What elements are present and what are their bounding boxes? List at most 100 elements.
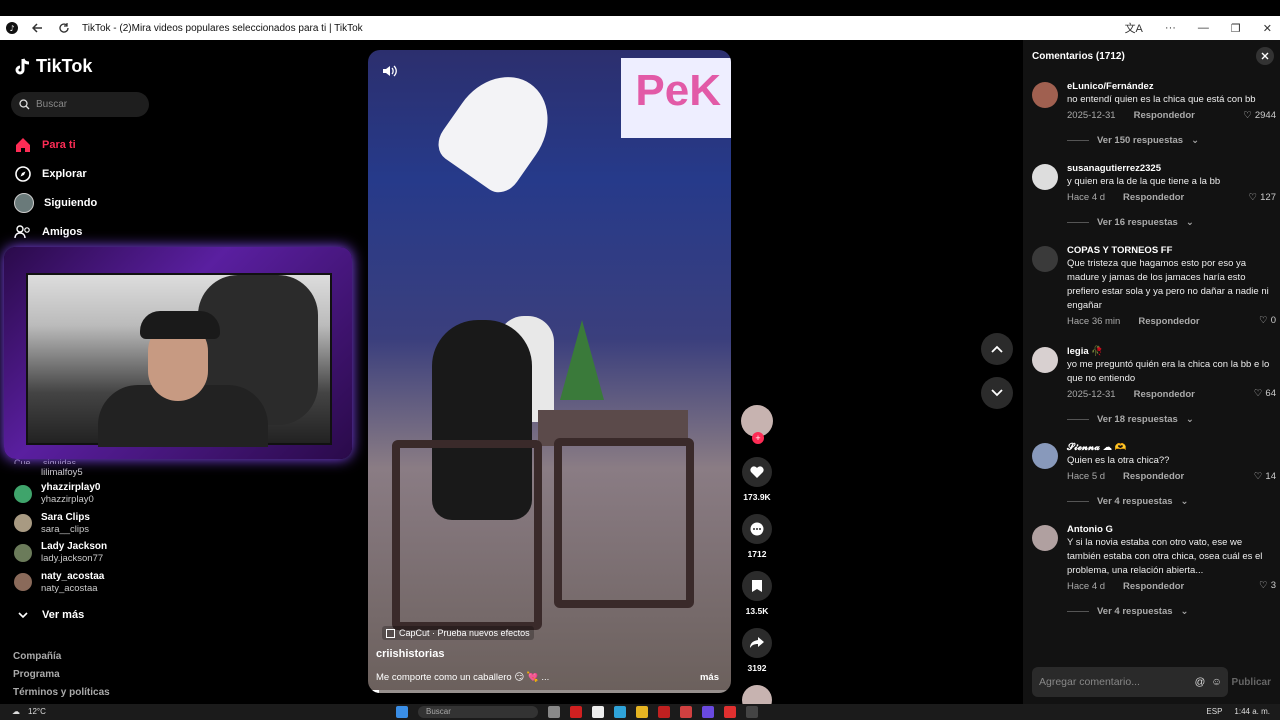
restore-icon[interactable]: ❐	[1231, 22, 1241, 35]
comment-like-count: 0	[1270, 315, 1276, 326]
video-progress-bar[interactable]	[368, 690, 731, 693]
next-video-button[interactable]	[981, 377, 1013, 409]
view-replies-label: Ver 150 respuestas	[1097, 135, 1184, 146]
chair-left	[392, 440, 542, 630]
reply-button[interactable]: Respondedor	[1123, 192, 1184, 203]
comment-like[interactable]: ♡ 0	[1259, 315, 1276, 326]
taskbar-app-icon[interactable]	[614, 706, 626, 718]
view-replies-button[interactable]: Ver 18 respuestas ⌄	[1067, 414, 1274, 425]
following-account[interactable]: Sara Clips sara__clips	[14, 509, 107, 539]
volume-icon[interactable]	[382, 64, 398, 83]
comment-text: no entendí quien es la chica que está co…	[1067, 94, 1256, 105]
main-nav: Para ti Explorar Siguiendo Amigos	[14, 130, 97, 246]
avatar[interactable]	[1032, 347, 1058, 373]
translate-icon[interactable]: 文A	[1125, 20, 1143, 36]
taskbar-app-icon[interactable]	[548, 706, 560, 718]
comment-user[interactable]: COPAS Y TORNEOS FF	[1067, 244, 1274, 257]
comment-icon[interactable]	[742, 514, 772, 544]
comment-like[interactable]: ♡ 64	[1254, 388, 1276, 399]
search-input[interactable]: Buscar	[11, 92, 149, 117]
taskbar-app-icon[interactable]	[592, 706, 604, 718]
nav-siguiendo[interactable]: Siguiendo	[14, 188, 97, 217]
view-replies-button[interactable]: Ver 16 respuestas ⌄	[1067, 217, 1274, 228]
heart-outline-icon: ♡	[1259, 580, 1268, 591]
comment-user[interactable]: susanagutierrez2325	[1067, 162, 1274, 175]
reload-icon[interactable]	[56, 20, 72, 36]
comment-action[interactable]: 1712	[740, 514, 774, 571]
following-account[interactable]: yhazzirplay0 yhazzirplay0	[14, 479, 107, 509]
taskbar-app-icon[interactable]	[702, 706, 714, 718]
view-replies-button[interactable]: Ver 4 respuestas ⌄	[1067, 496, 1274, 507]
avatar[interactable]	[1032, 246, 1058, 272]
language-indicator[interactable]: ESP	[1206, 707, 1222, 716]
reply-button[interactable]: Respondedor	[1123, 471, 1184, 482]
close-comments-button[interactable]	[1256, 47, 1274, 65]
windows-start-icon[interactable]	[396, 706, 408, 718]
avatar[interactable]	[1032, 443, 1058, 469]
reply-button[interactable]: Respondedor	[1134, 389, 1195, 400]
footer-link-program[interactable]: Programa	[13, 669, 110, 687]
taskbar-app-icon[interactable]	[724, 706, 736, 718]
reply-button[interactable]: Respondedor	[1123, 581, 1184, 592]
comment-like[interactable]: ♡ 14	[1254, 471, 1276, 482]
account-handle: naty_acostaa	[41, 582, 98, 594]
comment-like-count: 14	[1265, 471, 1276, 482]
taskbar-app-icon[interactable]	[680, 706, 692, 718]
share-icon[interactable]	[742, 628, 772, 658]
minimize-icon[interactable]: —	[1198, 22, 1209, 34]
nav-para-ti[interactable]: Para ti	[14, 130, 97, 159]
view-replies-button[interactable]: Ver 150 respuestas ⌄	[1067, 135, 1274, 146]
reply-button[interactable]: Respondedor	[1134, 110, 1195, 121]
creator-avatar[interactable]: +	[741, 405, 773, 444]
back-arrow-icon[interactable]	[30, 20, 46, 36]
following-account[interactable]: Lady Jackson lady.jackson77	[14, 538, 107, 568]
nav-explorar[interactable]: Explorar	[14, 159, 97, 188]
tiktok-logo[interactable]: TikTok	[14, 56, 92, 77]
comment-like[interactable]: ♡ 127	[1249, 192, 1276, 203]
replies-divider	[1067, 501, 1089, 502]
taskbar-app-icon[interactable]	[658, 706, 670, 718]
following-account[interactable]: naty_acostaa naty_acostaa	[14, 568, 107, 598]
save-action[interactable]: 13.5K	[740, 571, 774, 628]
avatar[interactable]	[1032, 525, 1058, 551]
like-action[interactable]: 173.9K	[740, 457, 774, 514]
comment-user[interactable]: 𝓢𝓲𝓮𝓷𝓷𝓪 ☁ 🫶	[1067, 441, 1274, 454]
avatar[interactable]	[1032, 164, 1058, 190]
publish-button[interactable]: Publicar	[1232, 677, 1271, 688]
video-player[interactable]: PeK CapCut · Prueba nuevos efectos criis…	[368, 50, 731, 693]
see-more-button[interactable]: Ver más	[18, 609, 84, 621]
emoji-icon[interactable]: ☺	[1211, 676, 1222, 688]
more-options-icon[interactable]: ···	[1165, 22, 1176, 34]
avatar[interactable]	[1032, 82, 1058, 108]
footer-link-company[interactable]: Compañía	[13, 651, 110, 669]
reply-button[interactable]: Respondedor	[1138, 316, 1199, 327]
avatar-icon	[14, 192, 34, 213]
close-window-icon[interactable]: ✕	[1263, 22, 1272, 35]
avatar	[14, 514, 32, 533]
share-action[interactable]: 3192	[740, 628, 774, 685]
taskbar-app-icon[interactable]	[746, 706, 758, 718]
account-name: yhazzirplay0	[41, 482, 101, 494]
mention-icon[interactable]: @	[1195, 676, 1206, 688]
clock[interactable]: 1:44 a. m.	[1234, 707, 1270, 716]
comment-user[interactable]: eLunico/Fernández	[1067, 80, 1274, 93]
taskbar-app-icon[interactable]	[570, 706, 582, 718]
taskbar-app-icon[interactable]	[636, 706, 648, 718]
comment-user[interactable]: Antonio G	[1067, 523, 1274, 536]
comment-like[interactable]: ♡ 3	[1259, 580, 1276, 591]
weather-temp[interactable]: 12°C	[28, 707, 46, 716]
video-author[interactable]: criishistorias	[376, 648, 444, 660]
caption-more-button[interactable]: más	[700, 672, 719, 683]
bookmark-icon[interactable]	[742, 571, 772, 601]
footer-link-terms[interactable]: Términos y políticas	[13, 687, 110, 705]
comment-user[interactable]: legia 🥀	[1067, 345, 1274, 358]
comment-like[interactable]: ♡ 2944	[1243, 110, 1276, 121]
effect-tag[interactable]: CapCut · Prueba nuevos efectos	[382, 626, 534, 640]
taskbar-search[interactable]: Buscar	[418, 706, 538, 718]
view-replies-button[interactable]: Ver 4 respuestas ⌄	[1067, 606, 1274, 617]
comment-input[interactable]: Agregar comentario... @ ☺	[1032, 667, 1228, 697]
heart-icon[interactable]	[742, 457, 772, 487]
previous-video-button[interactable]	[981, 333, 1013, 365]
follow-plus-icon[interactable]: +	[752, 432, 764, 444]
weather-icon: ☁	[12, 707, 20, 716]
